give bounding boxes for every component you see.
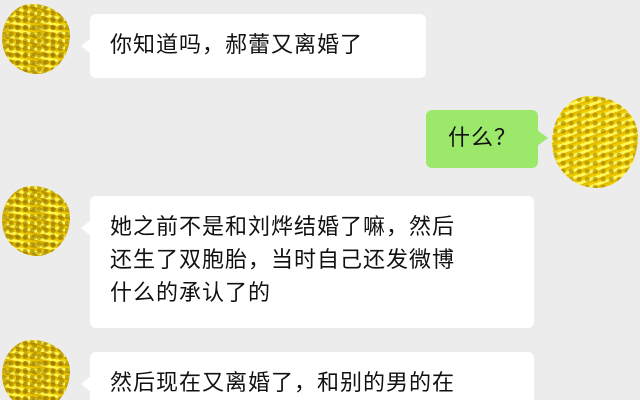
message-bubble-outgoing[interactable]: 什么？ [426, 110, 548, 168]
message-text: 然后现在又离婚了，和别的男的在 [110, 371, 456, 396]
message-text: 你知道吗，郝蕾又离婚了 [110, 33, 364, 58]
contact-avatar[interactable] [2, 4, 70, 74]
user-avatar[interactable] [552, 96, 638, 188]
contact-avatar[interactable] [2, 186, 70, 256]
message-bubble-incoming[interactable]: 然后现在又离婚了，和别的男的在 [81, 352, 534, 400]
message-bubble-incoming[interactable]: 你知道吗，郝蕾又离婚了 [81, 14, 426, 78]
message-bubble-incoming[interactable]: 她之前不是和刘烨结婚了嘛，然后 还生了双胞胎，当时自己还发微博 什么的承认了的 [81, 196, 534, 328]
contact-avatar[interactable] [2, 340, 70, 400]
message-text: 她之前不是和刘烨结婚了嘛，然后 还生了双胞胎，当时自己还发微博 什么的承认了的 [110, 215, 456, 306]
message-text: 什么？ [448, 126, 518, 151]
chat-conversation: 你知道吗，郝蕾又离婚了 什么？ 她之前不是和刘烨结婚了嘛，然后 还生了双胞胎，当… [0, 0, 640, 400]
